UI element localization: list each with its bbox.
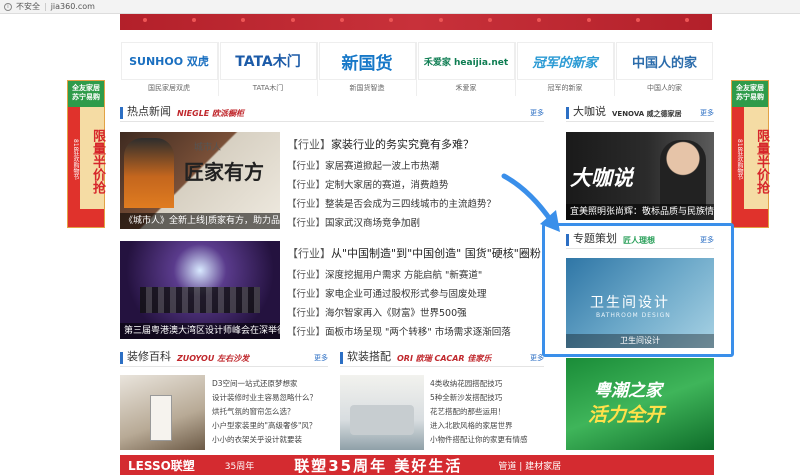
- url-text[interactable]: jia360.com: [51, 2, 95, 11]
- list-item[interactable]: 小物件搭配让你的家更有情感: [430, 433, 544, 447]
- brand-logo: 中国人的家: [616, 42, 713, 80]
- list-item[interactable]: 5种全新沙发搭配技巧: [430, 391, 544, 405]
- more-link[interactable]: 更多: [314, 353, 328, 363]
- brand-caption: TATA木门: [252, 84, 284, 92]
- brand-caption: 新国货智造: [349, 84, 385, 92]
- brand-logo: 禾爱家 heaijia.net: [417, 42, 515, 80]
- sponsor-logo[interactable]: NIEGLE 欧派橱柜: [177, 108, 244, 119]
- list-item[interactable]: 4类收纳花园搭配技巧: [430, 377, 544, 391]
- section-title: 软装搭配: [347, 350, 391, 363]
- overlay-title: 匠家有方: [184, 160, 264, 184]
- news-item[interactable]: 【行业】家装行业的务实究竟有多难？: [287, 135, 542, 157]
- decor-header: 装修百科 ZUOYOU 左右沙发 更多: [120, 349, 328, 367]
- photo-caption: 宜美照明张尚辉：敬标品质与民族情怀: [566, 204, 714, 220]
- brand-caption: 禾爱家: [455, 84, 477, 92]
- soft-header: 软装搭配 ORI 欧瑞 CACAR 佳家乐 更多: [340, 349, 544, 367]
- list-item[interactable]: 烘托气氛的窗帘怎么选？: [212, 405, 330, 419]
- bathtub-figure: [150, 395, 172, 441]
- left-side-ad[interactable]: 全友家居 苏宁易购 818狂欢购物节 限量半价抢: [67, 80, 105, 228]
- news-item[interactable]: 【行业】海尔智家再入《财富》世界500强: [287, 304, 542, 323]
- news-list-2: 【行业】从"中国制造"到"中国创造" 国货"硬核"圈粉 【行业】深度挖掘用户需求…: [287, 244, 542, 342]
- side-ad-strip: 818狂欢购物节: [732, 107, 744, 209]
- overlay-subtitle: 城市人: [194, 143, 222, 153]
- list-item[interactable]: 小小的衣架关乎设计就要装: [212, 433, 330, 447]
- security-label: 不安全: [16, 2, 40, 11]
- brand-heaijia[interactable]: 禾爱家 heaijia.net 禾爱家: [417, 42, 516, 96]
- section-bar: [340, 352, 343, 364]
- section-bar: [120, 107, 123, 119]
- side-ad-headline: 限量半价抢: [754, 128, 769, 194]
- sponsor-logo[interactable]: VENOVA 威之德家居: [612, 109, 682, 119]
- news-item[interactable]: 【行业】从"中国制造"到"中国创造" 国货"硬核"圈粉: [287, 244, 542, 266]
- sofa-figure: [350, 405, 414, 435]
- separator: |: [44, 2, 47, 11]
- brand-caption: 冠军的新家: [547, 84, 583, 92]
- news-item[interactable]: 【行业】家电企业可通过股权形式参与固废处理: [287, 285, 542, 304]
- top-banner-ad[interactable]: [120, 14, 712, 30]
- browser-address-bar[interactable]: i 不安全 | jia360.com: [0, 0, 800, 14]
- side-ad-foot: [732, 209, 768, 227]
- pointer-arrow-icon: [501, 173, 560, 232]
- talk-photo[interactable]: 大咖说 宜美照明张尚辉：敬标品质与民族情怀: [566, 132, 714, 220]
- brand-xinguohuo[interactable]: 新国货 新国货智造: [318, 42, 417, 96]
- sponsor-logo[interactable]: ORI 欧瑞 CACAR 佳家乐: [397, 353, 491, 364]
- brand-caption: 中国人的家: [647, 84, 682, 92]
- section-bar: [566, 107, 569, 119]
- info-icon[interactable]: i: [4, 2, 12, 11]
- sponsor-logo[interactable]: ZUOYOU 左右沙发: [177, 353, 249, 364]
- brand-logo-row: SUNHOO 双虎 国民家居双虎 TATA木门 TATA木门 新国货 新国货智造…: [120, 42, 714, 96]
- ad-line1: 粤潮之家: [594, 381, 662, 401]
- section-title: 热点新闻: [127, 105, 171, 118]
- banner-slogan: 联塑35周年 美好生活: [294, 456, 463, 475]
- list-item[interactable]: D3空间一站式还原梦想家: [212, 377, 330, 391]
- brand-tata[interactable]: TATA木门 TATA木门: [219, 42, 318, 96]
- more-link[interactable]: 更多: [700, 108, 714, 118]
- list-item[interactable]: 小户型家装里的"高级奢侈"风？: [212, 419, 330, 433]
- list-item[interactable]: 进入北欧风格的家居世界: [430, 419, 544, 433]
- crowd-figures: [140, 287, 260, 313]
- decor-photo[interactable]: [120, 375, 205, 450]
- brand-champion[interactable]: 冠军的新家 冠军的新家: [516, 42, 615, 96]
- brand-logo: 新国货: [318, 42, 416, 80]
- soft-photo[interactable]: [340, 375, 424, 450]
- brand-sunhoo[interactable]: SUNHOO 双虎 国民家居双虎: [120, 42, 219, 96]
- list-item[interactable]: 设计装修时业主容易忽略什么？: [212, 391, 330, 405]
- hot-news-header: 热点新闻 NIEGLE 欧派橱柜 更多: [120, 104, 544, 122]
- more-link[interactable]: 更多: [530, 108, 544, 118]
- news-item[interactable]: 【行业】深度挖掘用户需求 方能启航 "新赛道": [287, 266, 542, 285]
- talk-header: 大咖说 VENOVA 威之德家居 更多: [566, 104, 714, 122]
- side-ad-headline: 限量半价抢: [90, 128, 105, 194]
- guangdong-ad[interactable]: 粤潮之家 活力全开: [566, 358, 714, 450]
- decor-list: D3空间一站式还原梦想家 设计装修时业主容易忽略什么？ 烘托气氛的窗帘怎么选？ …: [212, 377, 330, 447]
- news-photo-summit[interactable]: 第三届粤港澳大湾区设计师峰会在深举行: [120, 241, 280, 339]
- brand-chinese-home[interactable]: 中国人的家 中国人的家: [615, 42, 714, 96]
- section-bar: [120, 352, 123, 364]
- section-title: 大咖说: [573, 105, 606, 118]
- banner-anniversary: 35周年: [224, 461, 255, 472]
- news-item[interactable]: 【行业】面板市场呈现 "两个转移" 市场需求逐渐回落: [287, 323, 542, 342]
- side-ad-head: 全友家居 苏宁易购: [68, 81, 104, 107]
- side-ad-head: 全友家居 苏宁易购: [732, 81, 768, 107]
- person-figure: [124, 138, 174, 208]
- right-side-ad[interactable]: 全友家居 苏宁易购 818狂欢购物节 限量半价抢: [731, 80, 769, 228]
- brand-caption: 国民家居双虎: [148, 84, 190, 92]
- brand-logo: TATA木门: [219, 42, 317, 80]
- soft-list: 4类收纳花园搭配技巧 5种全新沙发搭配技巧 花艺搭配的那些运用！ 进入北欧风格的…: [430, 377, 544, 447]
- list-item[interactable]: 花艺搭配的那些运用！: [430, 405, 544, 419]
- banner-category: 管道 | 建材家居: [498, 461, 562, 472]
- banner-brand: LESSO联塑: [128, 458, 195, 473]
- side-ad-foot: [68, 209, 104, 227]
- ad-line2: 活力全开: [588, 404, 665, 426]
- photo-caption: 第三届粤港澳大湾区设计师峰会在深举行: [120, 323, 280, 339]
- highlight-box: [542, 223, 734, 357]
- photo-caption: 《城市人》全新上线|质家有方，助力品质人: [120, 213, 280, 229]
- brand-logo: 冠军的新家: [516, 42, 614, 80]
- side-ad-strip: 818狂欢购物节: [68, 107, 80, 209]
- brand-logo: SUNHOO 双虎: [120, 42, 218, 80]
- news-photo-city[interactable]: 城市人 匠家有方 《城市人》全新上线|质家有方，助力品质人: [120, 132, 280, 229]
- section-title: 装修百科: [127, 350, 171, 363]
- bottom-banner-ad[interactable]: LESSO联塑 35周年 联塑35周年 美好生活 管道 | 建材家居: [120, 455, 714, 475]
